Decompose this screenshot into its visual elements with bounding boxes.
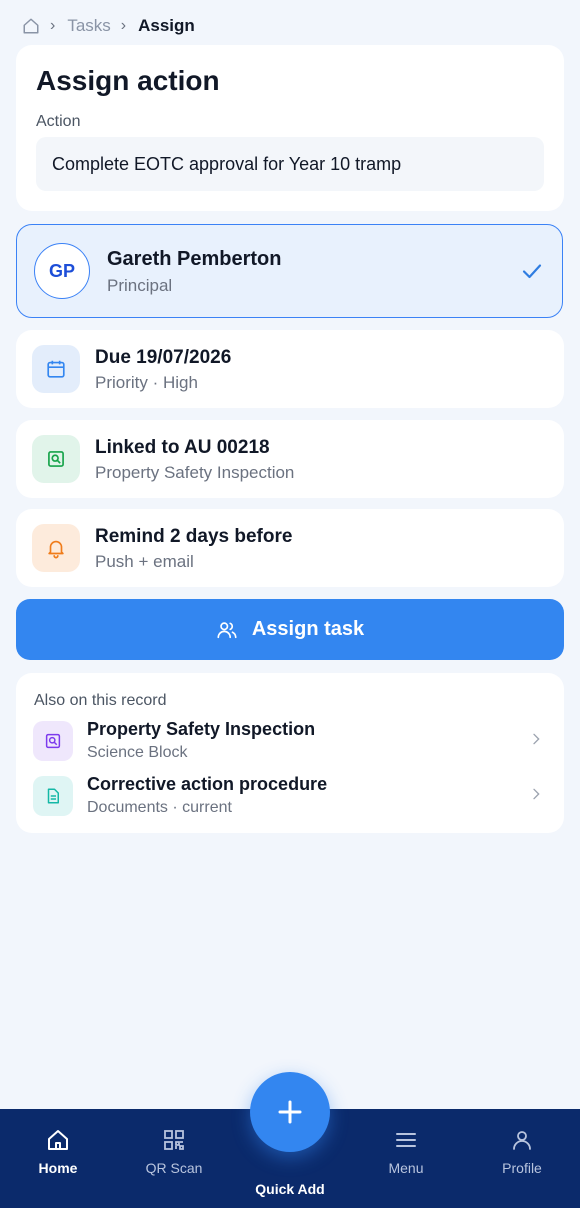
document-icon: [33, 776, 73, 816]
assign-task-label: Assign task: [251, 618, 365, 640]
reminder-subtitle: Push + email: [95, 552, 194, 571]
assign-action-card: Assign action Action Complete EOTC appro…: [16, 45, 564, 211]
nav-home[interactable]: Home: [8, 1109, 108, 1208]
breadcrumb: › Tasks › Assign: [22, 14, 195, 38]
due-date-title: Due 19/07/2026: [95, 347, 232, 368]
record-item-subtitle: Science Block: [87, 744, 188, 761]
quick-add-button[interactable]: [250, 1072, 330, 1152]
inspection-icon: [33, 721, 73, 761]
linked-record-card[interactable]: Linked to AU 00218 Property Safety Inspe…: [16, 420, 564, 498]
record-item-title: Property Safety Inspection: [87, 719, 316, 739]
home-icon[interactable]: [22, 17, 40, 35]
linked-title: Linked to AU 00218: [95, 437, 270, 458]
menu-icon: [394, 1128, 418, 1152]
assign-task-button[interactable]: Assign task: [16, 599, 564, 660]
calendar-icon: [32, 345, 80, 393]
profile-icon: [510, 1128, 534, 1152]
due-date-card[interactable]: Due 19/07/2026 Priority · High: [16, 330, 564, 408]
nav-qr-scan[interactable]: QR Scan: [124, 1109, 224, 1208]
quick-add-label: Quick Add: [255, 1181, 325, 1197]
checkmark-icon: [520, 259, 544, 283]
chevron-right-icon: [528, 786, 544, 802]
record-item-inspection[interactable]: Property Safety Inspection Science Block: [16, 719, 564, 763]
users-icon: [216, 619, 238, 641]
also-heading: Also on this record: [34, 692, 167, 709]
nav-menu[interactable]: Menu: [356, 1109, 456, 1208]
also-on-record-card: Also on this record Property Safety Insp…: [16, 673, 564, 833]
nav-profile[interactable]: Profile: [472, 1109, 572, 1208]
reminder-title: Remind 2 days before: [95, 526, 293, 547]
chevron-right-icon: [528, 731, 544, 747]
nav-home-label: Home: [38, 1160, 78, 1176]
nav-profile-label: Profile: [502, 1160, 542, 1176]
chevron-right-icon: ›: [50, 17, 56, 34]
breadcrumb-tasks[interactable]: Tasks: [67, 16, 110, 36]
reminder-card[interactable]: Remind 2 days before Push + email: [16, 509, 564, 587]
assignee-name: Gareth Pemberton: [107, 248, 282, 270]
nav-menu-label: Menu: [388, 1160, 424, 1176]
bell-icon: [32, 524, 80, 572]
inspection-icon: [32, 435, 80, 483]
record-item-procedure[interactable]: Corrective action procedure Documents · …: [16, 774, 564, 818]
assignee-role: Principal: [107, 276, 173, 295]
record-item-subtitle: Documents · current: [87, 799, 232, 816]
nav-qr-label: QR Scan: [145, 1160, 203, 1176]
record-item-title: Corrective action procedure: [87, 774, 328, 794]
chevron-right-icon: ›: [120, 17, 127, 34]
qr-code-icon: [162, 1128, 186, 1152]
page-title: Assign action: [36, 65, 220, 96]
plus-icon: [275, 1097, 305, 1127]
priority-text: Priority · High: [95, 373, 198, 392]
breadcrumb-current: Assign: [138, 16, 195, 35]
action-field[interactable]: Complete EOTC approval for Year 10 tramp: [36, 137, 544, 191]
home-icon: [46, 1128, 70, 1152]
avatar: GP: [34, 243, 90, 299]
linked-subtitle: Property Safety Inspection: [95, 463, 295, 482]
assignee-option-selected[interactable]: GP Gareth Pemberton Principal: [16, 224, 563, 318]
action-label: Action: [36, 113, 81, 130]
